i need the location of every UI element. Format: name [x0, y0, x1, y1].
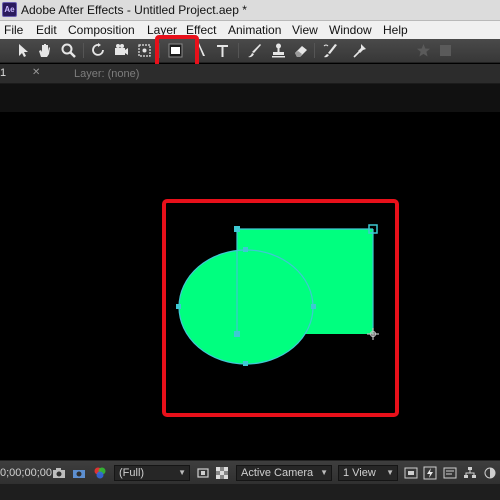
timeline-icon[interactable] [443, 466, 457, 480]
timecode-display[interactable]: 0;00;00;00 [0, 465, 52, 481]
panel-bottom-strip [0, 484, 500, 500]
camera-view-value: Active Camera [241, 467, 314, 479]
view-layout-dropdown[interactable]: 1 View ▼ [338, 465, 398, 481]
resolution-value: (Full) [119, 467, 145, 479]
chevron-down-icon: ▼ [178, 468, 186, 477]
chevron-down-icon: ▼ [386, 468, 394, 477]
view-layout-value: 1 View [343, 467, 376, 479]
camera-view-dropdown[interactable]: Active Camera ▼ [236, 465, 332, 481]
chevron-down-icon: ▼ [320, 468, 328, 477]
toggle-pixel-aspect-icon[interactable] [404, 466, 418, 480]
transparency-grid-icon[interactable] [215, 466, 229, 480]
snapshot-icon[interactable] [52, 466, 66, 480]
region-of-interest-icon[interactable] [196, 466, 210, 480]
resolution-dropdown[interactable]: (Full) ▼ [114, 465, 190, 481]
shape-highlight-box [162, 199, 399, 417]
show-snapshot-icon[interactable] [72, 466, 86, 480]
fast-previews-icon[interactable] [423, 466, 437, 480]
color-channels-icon[interactable] [93, 466, 107, 480]
viewer-status-bar: 0;00;00;00 (Full) ▼ Active Camera ▼ 1 Vi… [0, 460, 500, 484]
flowchart-icon[interactable] [463, 466, 477, 480]
exposure-icon[interactable] [483, 466, 497, 480]
